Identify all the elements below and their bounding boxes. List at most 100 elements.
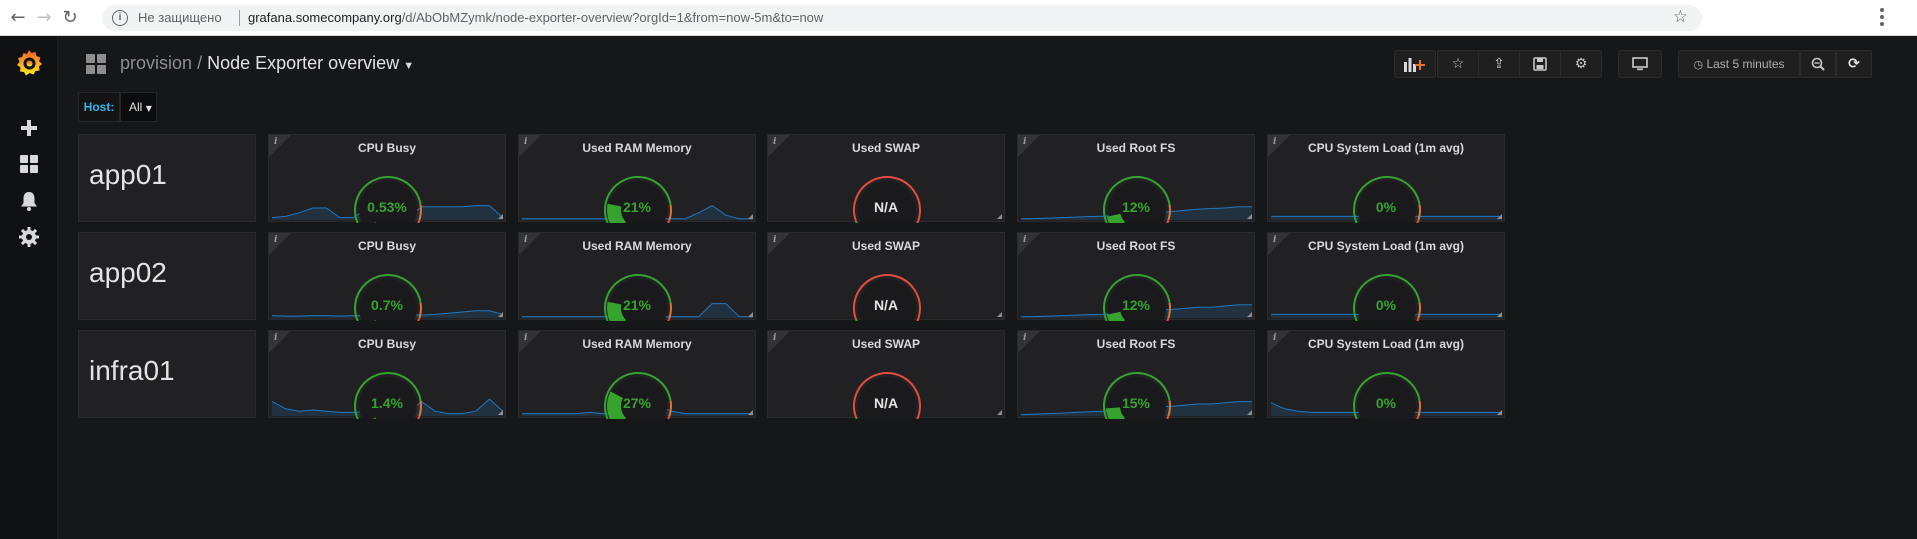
singlestat-panel[interactable]: i CPU System Load (1m avg) 0% <box>1267 232 1505 321</box>
singlestat-value: 21% <box>622 297 652 313</box>
settings-gear-icon: ⚙ <box>1574 56 1588 72</box>
host-name: app01 <box>89 159 167 190</box>
singlestat-panel[interactable]: i CPU Busy 1.4% <box>268 330 506 419</box>
add-panel-button[interactable] <box>1394 50 1436 78</box>
variable-value: All <box>129 100 143 114</box>
dashboards-icon[interactable] <box>17 152 41 176</box>
refresh-button[interactable]: ⟳ <box>1836 50 1872 78</box>
panel-resize-handle[interactable] <box>997 312 1002 317</box>
panel-title[interactable]: Used Root FS <box>1018 337 1254 351</box>
singlestat-value: 15% <box>1121 395 1151 411</box>
address-bar[interactable]: i Не защищено grafana.somecompany.org/d/… <box>102 5 1702 31</box>
panel-resize-handle[interactable] <box>498 312 503 317</box>
singlestat-value: 1.4% <box>371 395 403 411</box>
panel-resize-handle[interactable] <box>1497 214 1502 219</box>
panel-resize-handle[interactable] <box>997 410 1002 415</box>
reload-icon[interactable]: ↻ <box>58 6 82 30</box>
singlestat-panel[interactable]: i CPU System Load (1m avg) 0% <box>1267 330 1505 419</box>
singlestat-panel[interactable]: i CPU Busy 0.53% <box>268 134 506 223</box>
panel-title[interactable]: Used SWAP <box>768 239 1004 253</box>
share-dashboard-button[interactable]: ⇪ <box>1478 50 1520 78</box>
url-text[interactable]: grafana.somecompany.org/d/AbObMZymk/node… <box>248 10 823 25</box>
singlestat-panel[interactable]: i Used RAM Memory 21% <box>518 134 756 223</box>
panel-resize-handle[interactable] <box>1497 312 1502 317</box>
singlestat-panel[interactable]: i Used RAM Memory 21% <box>518 232 756 321</box>
grafana-logo-icon[interactable] <box>14 48 44 78</box>
info-icon[interactable]: i <box>112 10 128 26</box>
panel-title[interactable]: Used RAM Memory <box>519 239 755 253</box>
singlestat-panel[interactable]: i CPU Busy 0.7% <box>268 232 506 321</box>
share-icon: ⇪ <box>1493 56 1505 72</box>
panel-resize-handle[interactable] <box>748 214 753 219</box>
host-name: infra01 <box>89 355 175 386</box>
breadcrumb[interactable]: provision / Node Exporter overview ▼ <box>120 53 414 74</box>
panel-resize-handle[interactable] <box>1497 410 1502 415</box>
singlestat-panel[interactable]: i Used Root FS 12% <box>1017 232 1255 321</box>
refresh-icon: ⟳ <box>1848 56 1860 72</box>
panel-resize-handle[interactable] <box>1247 410 1252 415</box>
dashboard-row: app01 i CPU Busy 0.53% i Used RAM Memory 21% i U… <box>78 134 1828 244</box>
gauge-value-fill <box>1106 311 1126 321</box>
variable-dropdown[interactable]: All ▼ <box>120 92 157 122</box>
panel-title[interactable]: Used RAM Memory <box>519 337 755 351</box>
singlestat-value: N/A <box>873 395 899 411</box>
panel-title[interactable]: CPU Busy <box>269 337 505 351</box>
panel-title[interactable]: Used Root FS <box>1018 239 1254 253</box>
tv-monitor-icon <box>1632 57 1648 71</box>
panel-title[interactable]: CPU Busy <box>269 239 505 253</box>
security-label: Не защищено <box>138 10 222 25</box>
panel-resize-handle[interactable] <box>748 312 753 317</box>
host-text-panel: infra01 <box>78 330 256 418</box>
singlestat-panel[interactable]: i Used SWAP N/A <box>767 330 1005 419</box>
panel-resize-handle[interactable] <box>498 410 503 415</box>
dashboard-settings-button[interactable]: ⚙ <box>1560 50 1602 78</box>
create-plus-icon[interactable] <box>17 116 41 140</box>
panel-title[interactable]: CPU System Load (1m avg) <box>1268 337 1504 351</box>
panel-resize-handle[interactable] <box>498 214 503 219</box>
panel-resize-handle[interactable] <box>997 214 1002 219</box>
url-host: grafana.somecompany.org <box>248 10 402 25</box>
panel-resize-handle[interactable] <box>1247 312 1252 317</box>
panel-title[interactable]: Used SWAP <box>768 337 1004 351</box>
url-divider <box>239 10 240 26</box>
panel-title[interactable]: CPU System Load (1m avg) <box>1268 239 1504 253</box>
singlestat-panel[interactable]: i Used SWAP N/A <box>767 232 1005 321</box>
caret-down-icon[interactable]: ▼ <box>403 60 414 72</box>
dashboard-row: infra01 i CPU Busy 1.4% i Used RAM Memory 27% i… <box>78 330 1828 440</box>
dashboard-grid-icon[interactable] <box>86 54 106 74</box>
panel-title[interactable]: CPU Busy <box>269 141 505 155</box>
cycle-view-mode-button[interactable] <box>1618 50 1662 78</box>
bookmark-star-icon[interactable]: ☆ <box>1673 7 1688 27</box>
singlestat-value: 12% <box>1121 199 1151 215</box>
singlestat-panel[interactable]: i CPU System Load (1m avg) 0% <box>1267 134 1505 223</box>
save-dashboard-button[interactable] <box>1519 50 1561 78</box>
panel-resize-handle[interactable] <box>1247 214 1252 219</box>
singlestat-panel[interactable]: i Used RAM Memory 27% <box>518 330 756 419</box>
dashboard-navbar: provision / Node Exporter overview ▼ ☆ ⇪ … <box>58 36 1917 92</box>
alerting-bell-icon[interactable] <box>17 189 41 213</box>
singlestat-value: N/A <box>873 297 899 313</box>
dashboard-title[interactable]: Node Exporter overview <box>207 53 399 73</box>
panel-resize-handle[interactable] <box>748 410 753 415</box>
dashboard-row: app02 i CPU Busy 0.7% i Used RAM Memory 21% i Us… <box>78 232 1828 342</box>
back-icon[interactable]: ← <box>6 6 30 30</box>
grafana-sidemenu <box>0 36 58 539</box>
time-picker-button[interactable]: ◷ Last 5 minutes <box>1678 50 1800 78</box>
panel-title[interactable]: CPU System Load (1m avg) <box>1268 141 1504 155</box>
url-path: /d/AbObMZymk/node-exporter-overview?orgI… <box>401 10 824 25</box>
add-panel-icon <box>1404 58 1425 72</box>
panel-title[interactable]: Used RAM Memory <box>519 141 755 155</box>
singlestat-panel[interactable]: i Used Root FS 12% <box>1017 134 1255 223</box>
star-dashboard-button[interactable]: ☆ <box>1437 50 1479 78</box>
breadcrumb-folder[interactable]: provision <box>120 53 192 73</box>
zoom-out-button[interactable] <box>1800 50 1836 78</box>
singlestat-panel[interactable]: i Used Root FS 15% <box>1017 330 1255 419</box>
forward-icon[interactable]: → <box>32 6 56 30</box>
panel-title[interactable]: Used SWAP <box>768 141 1004 155</box>
browser-toolbar: ← → ↻ i Не защищено grafana.somecompany.… <box>0 0 1917 36</box>
configuration-gear-icon[interactable] <box>17 225 41 249</box>
host-text-panel: app02 <box>78 232 256 320</box>
singlestat-panel[interactable]: i Used SWAP N/A <box>767 134 1005 223</box>
panel-title[interactable]: Used Root FS <box>1018 141 1254 155</box>
browser-menu-icon[interactable] <box>1880 8 1884 29</box>
